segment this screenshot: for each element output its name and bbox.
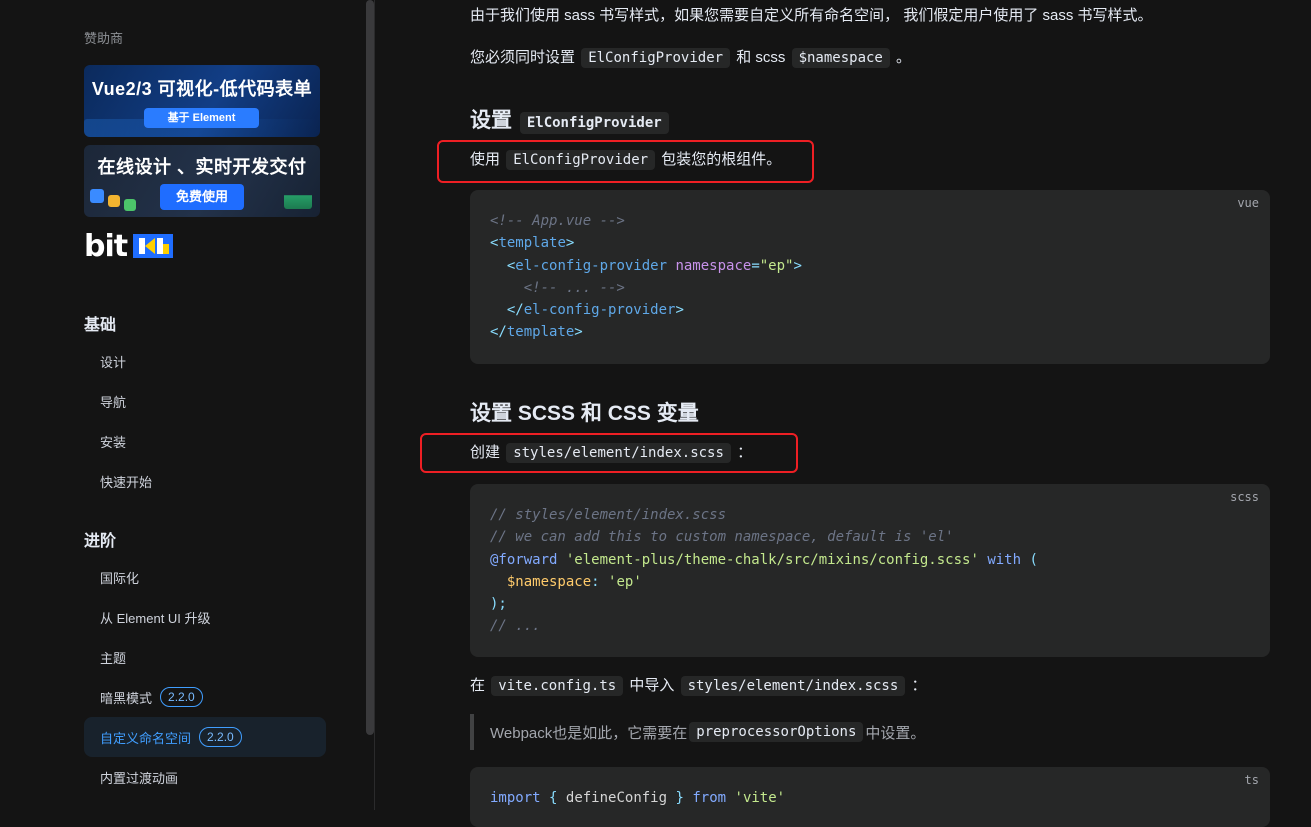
sidebar-divider — [374, 0, 375, 810]
heading-set-config-provider: 设置 ElConfigProvider — [470, 104, 671, 134]
sidebar-item-label: 暗黑模式 — [100, 690, 153, 706]
code-lines: <!-- App.vue --> <template> <el-config-pr… — [490, 210, 802, 344]
text: 和 scss — [736, 49, 786, 66]
sidebar-scrollbar[interactable] — [366, 0, 374, 735]
text: 。 — [896, 49, 912, 66]
highlight-box-create-scss — [420, 433, 798, 473]
sidebar-item-i18n[interactable]: 国际化 — [84, 557, 326, 597]
code-block-scss[interactable]: scss // styles/element/index.scss // we c… — [470, 484, 1270, 657]
heading-text: 设置 — [470, 109, 512, 132]
code-lines: // styles/element/index.scss // we can ad… — [490, 504, 1038, 638]
inline-code: preprocessorOptions — [689, 722, 864, 742]
code-line: ); — [490, 596, 507, 613]
chart-decoration — [284, 175, 312, 209]
code-language-label: scss — [1230, 490, 1259, 504]
sidebar-item-dark-mode[interactable]: 暗黑模式 2.2.0 — [84, 677, 326, 717]
heading-set-scss-css-vars: 设置 SCSS 和 CSS 变量 — [470, 402, 699, 425]
code-line: <!-- ... --> — [490, 279, 625, 296]
code-line: // we can add this to custom namespace, … — [490, 529, 954, 546]
code-block-vue[interactable]: vue <!-- App.vue --> <template> <el-confi… — [470, 190, 1270, 364]
code-line: $namespace: 'ep' — [506, 573, 642, 590]
code-language-label: vue — [1237, 196, 1259, 210]
import-paragraph: 在 vite.config.ts 中导入 styles/element/inde… — [470, 674, 926, 698]
app-icon — [108, 195, 120, 207]
code-language-label: ts — [1244, 773, 1259, 787]
nav-group-advanced: 进阶 — [84, 533, 117, 550]
inline-code: $namespace — [791, 48, 890, 68]
code-line: <el-config-provider namespace="ep"> — [506, 257, 802, 274]
sponsor-ad-online-design[interactable]: 在线设计 、实时开发交付 免费使用 — [84, 145, 320, 217]
ad-title: 在线设计 、实时开发交付 — [97, 157, 307, 177]
sidebar-item-label: 国际化 — [100, 570, 140, 586]
sponsor-ad-form-builder[interactable]: Vue2/3 可视化-低代码表单 基于 Element — [84, 65, 320, 137]
sidebar-item-nav[interactable]: 导航 — [84, 381, 326, 421]
version-badge: 2.2.0 — [199, 727, 242, 747]
code-line: // ... — [490, 618, 541, 635]
text: 您必须同时设置 — [470, 49, 576, 66]
text: Webpack也是如此，它需要在 — [490, 724, 688, 742]
highlight-box-use-config-provider — [437, 140, 814, 183]
text: ： — [911, 677, 927, 694]
sidebar-item-design[interactable]: 设计 — [84, 341, 326, 381]
sidebar-item-quickstart[interactable]: 快速开始 — [84, 461, 326, 501]
inline-code: ElConfigProvider — [581, 48, 731, 68]
app-icon — [124, 199, 136, 211]
bit-logo-mark-icon — [133, 232, 174, 260]
sidebar-item-transitions[interactable]: 内置过渡动画 — [84, 757, 326, 797]
sidebar: 赞助商 Vue2/3 可视化-低代码表单 基于 Element 在线设计 、实时… — [0, 0, 366, 810]
text: 在 — [470, 677, 486, 694]
sidebar-item-label: 从 Element UI 升级 — [100, 610, 211, 626]
sidebar-item-label: 自定义命名空间 — [100, 730, 192, 746]
ad-title: Vue2/3 可视化-低代码表单 — [91, 79, 313, 99]
ad-button[interactable]: 基于 Element — [144, 108, 259, 128]
intro-paragraph: 由于我们使用 sass 书写样式，如果您需要自定义所有命名空间， 我们假定用户使… — [470, 7, 1153, 24]
text: 中设置。 — [865, 724, 926, 742]
sidebar-item-install[interactable]: 安装 — [84, 421, 326, 461]
ad-button[interactable]: 免费使用 — [160, 184, 244, 210]
text: 中导入 — [629, 677, 675, 694]
sidebar-item-label: 主题 — [100, 650, 127, 666]
bit-sponsor-logo[interactable]: bit — [84, 228, 174, 264]
webpack-tip-blockquote: Webpack也是如此，它需要在 preprocessorOptions 中设置… — [470, 714, 1270, 750]
nav-group-basic: 基础 — [84, 317, 117, 334]
code-line: <!-- App.vue --> — [490, 213, 625, 229]
code-block-ts[interactable]: ts import { defineConfig } from 'vite' — [470, 767, 1270, 827]
code-line: @forward 'element-plus/theme-chalk/src/m… — [490, 551, 1038, 568]
code-line: </template> — [490, 324, 583, 341]
sponsor-title: 赞助商 — [84, 31, 124, 46]
inline-code: ElConfigProvider — [519, 112, 669, 134]
app-icon — [90, 189, 104, 203]
sidebar-item-upgrade[interactable]: 从 Element UI 升级 — [84, 597, 326, 637]
sidebar-item-label: 内置过渡动画 — [100, 770, 179, 786]
code-line: <template> — [490, 235, 575, 252]
code-line: // styles/element/index.scss — [490, 507, 727, 523]
code-lines: import { defineConfig } from 'vite' — [490, 787, 785, 809]
version-badge: 2.2.0 — [160, 687, 203, 707]
code-line: import { defineConfig } from 'vite' — [490, 790, 786, 806]
sidebar-item-theme[interactable]: 主题 — [84, 637, 326, 677]
must-set-paragraph: 您必须同时设置 ElConfigProvider 和 scss $namespa… — [470, 46, 911, 70]
sidebar-item-custom-namespace[interactable]: 自定义命名空间 2.2.0 — [84, 717, 326, 757]
code-line: </el-config-provider> — [506, 302, 684, 319]
inline-code: styles/element/index.scss — [680, 676, 906, 696]
bit-logo-text: bit — [84, 228, 128, 264]
inline-code: vite.config.ts — [491, 676, 624, 696]
